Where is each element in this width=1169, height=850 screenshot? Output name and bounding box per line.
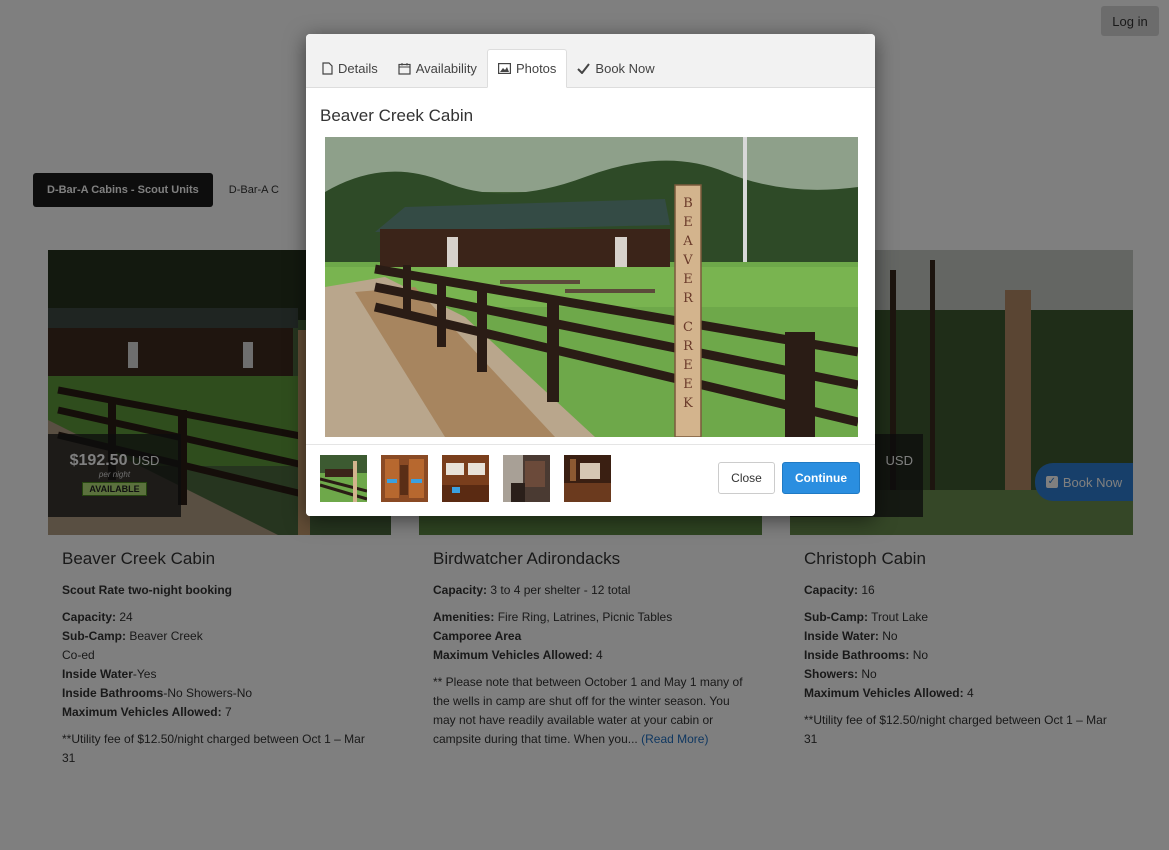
check-icon [577,63,591,74]
main-photo[interactable]: BEAVERCREEK [325,137,858,437]
thumbnail-2[interactable] [381,455,428,502]
tab-details[interactable]: Details [312,50,388,87]
close-button[interactable]: Close [718,462,775,494]
tab-book-now[interactable]: Book Now [567,50,664,87]
sign-text: BEAVERCREEK [682,196,694,411]
thumbnail-4[interactable] [503,455,550,502]
modal-title: Beaver Creek Cabin [320,106,474,125]
modal-footer: Close Continue [306,444,875,516]
photo-modal: Details Availability Photos Book Now Bea… [306,34,875,516]
calendar-icon [398,63,411,75]
tab-photos[interactable]: Photos [486,49,568,88]
tab-availability[interactable]: Availability [388,50,487,87]
thumbnail-strip [320,455,611,502]
modal-tabs: Details Availability Photos Book Now [306,34,875,88]
thumbnail-1[interactable] [320,455,367,502]
continue-button[interactable]: Continue [782,462,860,494]
file-icon [322,62,333,75]
thumbnail-3[interactable] [442,455,489,502]
image-icon [497,63,511,74]
beaver-creek-photo: BEAVERCREEK [325,137,858,437]
thumbnail-5[interactable] [564,455,611,502]
